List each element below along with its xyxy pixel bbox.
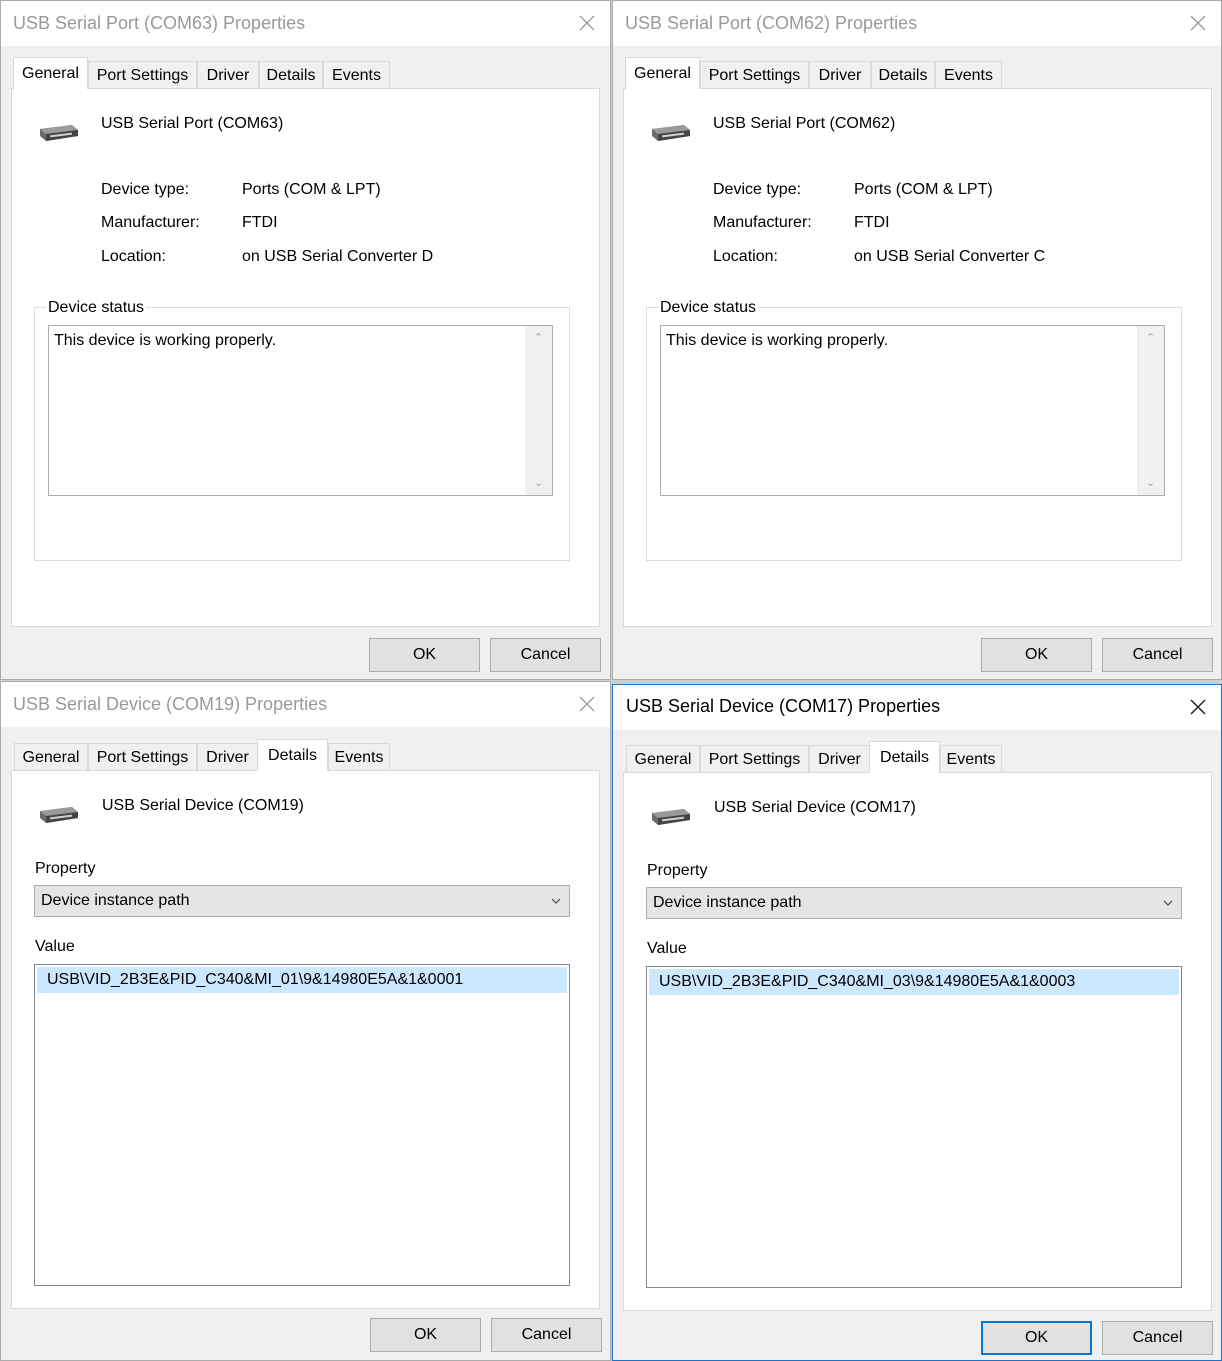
value-listbox[interactable]: USB\VID_2B3E&PID_C340&MI_01\9&14980E5A&1… bbox=[34, 964, 570, 1286]
details-tab-panel: USB Serial Device (COM19) Property Devic… bbox=[11, 770, 600, 1309]
chevron-down-icon[interactable] bbox=[1161, 896, 1175, 910]
device-status-text: This device is working properly. bbox=[54, 332, 277, 349]
serial-port-icon bbox=[648, 121, 694, 147]
device-status-textbox[interactable]: This device is working properly. ⌃ ⌄ bbox=[660, 325, 1165, 496]
device-type-label: Device type: bbox=[713, 181, 802, 198]
ok-button[interactable]: OK bbox=[981, 638, 1092, 672]
device-type-value: Ports (COM & LPT) bbox=[854, 181, 993, 198]
device-name: USB Serial Port (COM63) bbox=[101, 115, 284, 132]
tab-driver[interactable]: Driver bbox=[809, 745, 870, 772]
ok-button[interactable]: OK bbox=[370, 1318, 481, 1352]
close-icon[interactable] bbox=[1181, 9, 1215, 39]
list-item[interactable]: USB\VID_2B3E&PID_C340&MI_03\9&14980E5A&1… bbox=[649, 969, 1179, 995]
device-status-textbox[interactable]: This device is working properly. ⌃ ⌄ bbox=[48, 325, 553, 496]
general-tab-panel: USB Serial Port (COM62) Device type: Por… bbox=[623, 88, 1212, 627]
cancel-button[interactable]: Cancel bbox=[491, 1318, 602, 1352]
property-selected-value: Device instance path bbox=[653, 894, 802, 911]
property-selected-value: Device instance path bbox=[41, 892, 190, 909]
property-label: Property bbox=[647, 862, 708, 879]
tab-general[interactable]: General bbox=[14, 743, 88, 770]
cancel-button[interactable]: Cancel bbox=[490, 638, 601, 672]
title-bar[interactable]: USB Serial Device (COM17) Properties bbox=[613, 685, 1221, 730]
tab-driver[interactable]: Driver bbox=[197, 61, 259, 88]
list-item[interactable]: USB\VID_2B3E&PID_C340&MI_01\9&14980E5A&1… bbox=[37, 967, 567, 993]
device-status-text: This device is working properly. bbox=[666, 332, 889, 349]
tab-general[interactable]: General bbox=[13, 57, 88, 89]
device-status-label: Device status bbox=[46, 299, 147, 317]
property-dropdown[interactable]: Device instance path bbox=[646, 887, 1182, 919]
scroll-up-arrow-icon[interactable]: ⌃ bbox=[525, 326, 552, 350]
value-label: Value bbox=[647, 940, 687, 957]
scroll-up-arrow-icon[interactable]: ⌃ bbox=[1137, 326, 1164, 350]
device-name: USB Serial Device (COM19) bbox=[102, 797, 304, 814]
general-tab-panel: USB Serial Port (COM63) Device type: Por… bbox=[11, 88, 600, 627]
properties-dialog-com62: USB Serial Port (COM62) Properties Gener… bbox=[612, 0, 1222, 680]
location-label: Location: bbox=[713, 248, 778, 265]
cancel-button[interactable]: Cancel bbox=[1102, 638, 1213, 672]
tab-driver[interactable]: Driver bbox=[809, 61, 871, 88]
location-value: on USB Serial Converter D bbox=[242, 248, 434, 265]
tab-details[interactable]: Details bbox=[869, 741, 940, 773]
scroll-down-arrow-icon[interactable]: ⌄ bbox=[525, 471, 552, 495]
close-icon[interactable] bbox=[570, 690, 604, 720]
serial-port-icon bbox=[36, 121, 82, 147]
device-name: USB Serial Port (COM62) bbox=[713, 115, 896, 132]
location-label: Location: bbox=[101, 248, 166, 265]
tab-port-settings[interactable]: Port Settings bbox=[88, 61, 197, 88]
tab-events[interactable]: Events bbox=[940, 745, 1002, 772]
cancel-button[interactable]: Cancel bbox=[1102, 1321, 1213, 1355]
device-type-label: Device type: bbox=[101, 181, 190, 198]
value-listbox[interactable]: USB\VID_2B3E&PID_C340&MI_03\9&14980E5A&1… bbox=[646, 966, 1182, 1288]
title-bar[interactable]: USB Serial Device (COM19) Properties bbox=[1, 682, 610, 727]
tab-port-settings[interactable]: Port Settings bbox=[88, 743, 197, 770]
close-icon[interactable] bbox=[570, 9, 604, 39]
serial-port-icon bbox=[648, 805, 694, 831]
window-title: USB Serial Port (COM62) Properties bbox=[625, 13, 918, 33]
tab-port-settings[interactable]: Port Settings bbox=[700, 745, 809, 772]
location-value: on USB Serial Converter C bbox=[854, 248, 1046, 265]
tab-details[interactable]: Details bbox=[257, 739, 328, 771]
tab-driver[interactable]: Driver bbox=[197, 743, 258, 770]
device-status-label: Device status bbox=[658, 299, 759, 317]
properties-dialog-com63: USB Serial Port (COM63) Properties Gener… bbox=[0, 0, 611, 680]
window-title: USB Serial Port (COM63) Properties bbox=[13, 13, 306, 33]
tab-events[interactable]: Events bbox=[935, 61, 1002, 88]
properties-dialog-com19: USB Serial Device (COM19) Properties Gen… bbox=[0, 681, 611, 1361]
value-label: Value bbox=[35, 938, 75, 955]
tab-details[interactable]: Details bbox=[871, 61, 935, 88]
ok-button[interactable]: OK bbox=[369, 638, 480, 672]
manufacturer-value: FTDI bbox=[242, 214, 278, 231]
vertical-scrollbar[interactable]: ⌃ ⌄ bbox=[1137, 326, 1164, 495]
manufacturer-label: Manufacturer: bbox=[101, 214, 200, 231]
device-name: USB Serial Device (COM17) bbox=[714, 799, 916, 816]
ok-button[interactable]: OK bbox=[981, 1321, 1092, 1355]
property-dropdown[interactable]: Device instance path bbox=[34, 885, 570, 917]
tab-events[interactable]: Events bbox=[328, 743, 390, 770]
details-tab-panel: USB Serial Device (COM17) Property Devic… bbox=[623, 772, 1212, 1311]
close-icon[interactable] bbox=[1181, 693, 1215, 723]
title-bar[interactable]: USB Serial Port (COM62) Properties bbox=[613, 1, 1221, 46]
chevron-down-icon[interactable] bbox=[549, 894, 563, 908]
window-title: USB Serial Device (COM19) Properties bbox=[13, 694, 328, 714]
scroll-down-arrow-icon[interactable]: ⌄ bbox=[1137, 471, 1164, 495]
tab-events[interactable]: Events bbox=[323, 61, 390, 88]
manufacturer-value: FTDI bbox=[854, 214, 890, 231]
tab-general[interactable]: General bbox=[625, 57, 700, 89]
tab-general[interactable]: General bbox=[626, 745, 700, 772]
properties-dialog-com17: USB Serial Device (COM17) Properties Gen… bbox=[612, 684, 1222, 1361]
property-label: Property bbox=[35, 860, 96, 877]
tab-port-settings[interactable]: Port Settings bbox=[700, 61, 809, 88]
tab-details[interactable]: Details bbox=[259, 61, 323, 88]
window-title: USB Serial Device (COM17) Properties bbox=[626, 696, 941, 716]
device-type-value: Ports (COM & LPT) bbox=[242, 181, 381, 198]
serial-port-icon bbox=[36, 803, 82, 829]
vertical-scrollbar[interactable]: ⌃ ⌄ bbox=[525, 326, 552, 495]
manufacturer-label: Manufacturer: bbox=[713, 214, 812, 231]
title-bar[interactable]: USB Serial Port (COM63) Properties bbox=[1, 1, 610, 46]
